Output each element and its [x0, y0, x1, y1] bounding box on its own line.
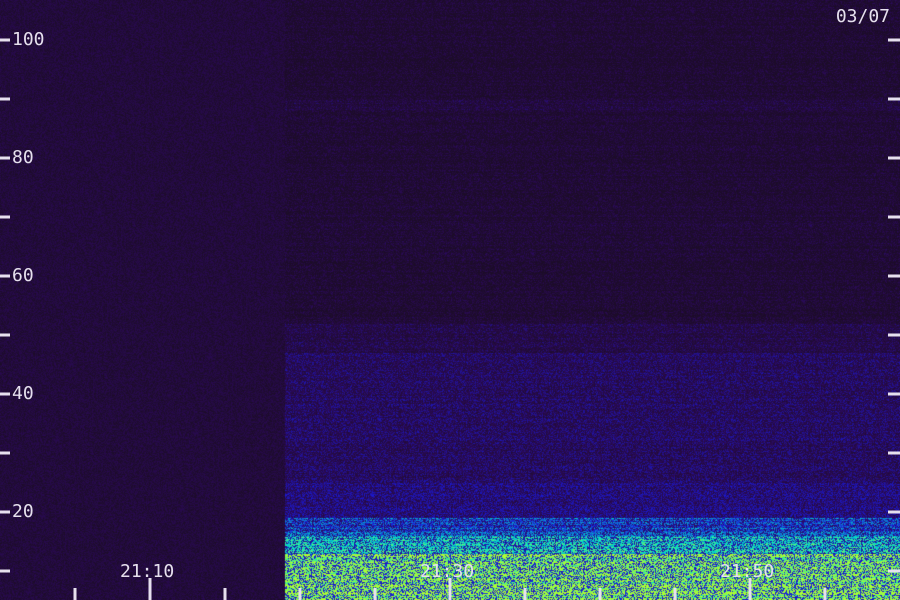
date-label: 03/07: [835, 6, 890, 27]
spectrogram-view: 03/07 20 40 60 80 100 21:10 21:30 21:50: [0, 0, 900, 600]
y-tick-label: 20: [12, 501, 34, 522]
x-tick-label: 21:10: [120, 561, 175, 582]
y-tick-label: 80: [12, 147, 34, 168]
y-tick-label: 40: [12, 383, 34, 404]
y-tick-label: 60: [12, 265, 34, 286]
y-tick-label: 100: [12, 29, 45, 50]
x-tick-label: 21:30: [420, 561, 475, 582]
axis-overlay: [0, 38, 900, 600]
x-tick-label: 21:50: [720, 561, 775, 582]
